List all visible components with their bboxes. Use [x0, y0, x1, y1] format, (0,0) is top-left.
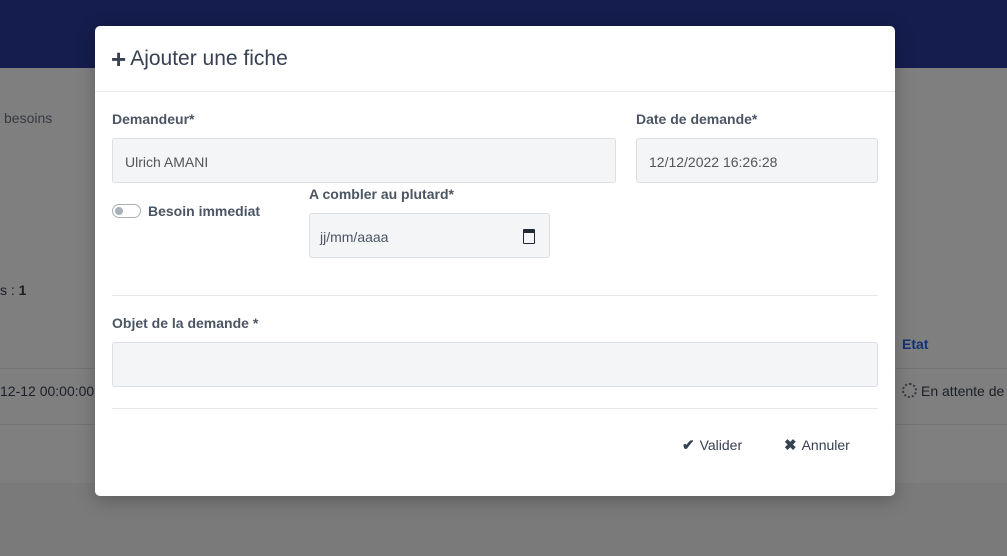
date-demande-label: Date de demande* — [636, 111, 758, 127]
plus-icon: + — [111, 44, 127, 74]
close-icon: ✖ — [784, 437, 797, 454]
calendar-icon[interactable] — [523, 229, 535, 244]
modal-title-text: Ajouter une fiche — [130, 47, 288, 70]
demandeur-value: Ulrich AMANI — [125, 154, 209, 170]
check-icon: ✔ — [682, 437, 695, 454]
add-fiche-modal: + Ajouter une fiche Demandeur* Ulrich AM… — [95, 26, 895, 496]
demandeur-field[interactable]: Ulrich AMANI — [112, 138, 616, 183]
demandeur-label: Demandeur* — [112, 111, 195, 127]
divider — [112, 295, 878, 296]
annuler-label: Annuler — [801, 437, 850, 453]
annuler-button[interactable]: ✖ Annuler — [784, 436, 850, 454]
besoin-immediat-toggle[interactable] — [112, 204, 141, 218]
toggle-knob — [115, 207, 123, 215]
divider — [112, 408, 878, 409]
date-demande-field[interactable]: 12/12/2022 16:26:28 — [636, 138, 878, 183]
modal-header: + Ajouter une fiche — [95, 26, 895, 92]
combler-placeholder: jj/mm/aaaa — [320, 229, 389, 245]
modal-title: + Ajouter une fiche — [111, 46, 288, 72]
objet-input[interactable] — [112, 342, 878, 387]
besoin-immediat-label: Besoin immediat — [148, 203, 261, 219]
valider-label: Valider — [699, 437, 743, 453]
date-demande-value: 12/12/2022 16:26:28 — [649, 154, 778, 170]
valider-button[interactable]: ✔ Valider — [682, 436, 742, 454]
combler-label: A combler au plutard* — [309, 186, 454, 202]
objet-label: Objet de la demande * — [112, 315, 259, 331]
combler-date-input[interactable]: jj/mm/aaaa — [309, 213, 550, 258]
